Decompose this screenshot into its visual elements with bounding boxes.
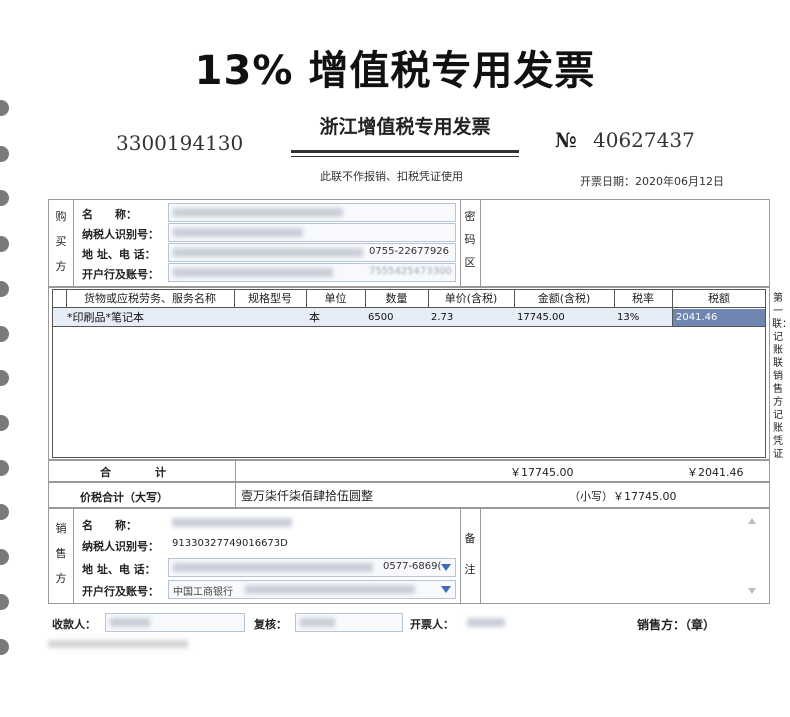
- seller-taxid-label: 纳税人识别号：: [82, 540, 159, 553]
- buyer-phone-value: 0755-22677926: [369, 246, 449, 257]
- buyer-section-label: 购买方: [55, 210, 67, 273]
- col-header-amount: 金额(含税): [537, 292, 591, 305]
- invoice-title: 浙江增值税专用发票: [319, 116, 491, 138]
- item-price-cell[interactable]: 2.73: [428, 309, 514, 326]
- binder-hole: [0, 594, 9, 610]
- drawer-field[interactable]: [462, 613, 570, 632]
- scroll-up-icon[interactable]: [748, 518, 756, 524]
- item-rate-cell[interactable]: 13%: [614, 309, 672, 326]
- chevron-down-icon[interactable]: [441, 564, 451, 571]
- chevron-down-icon[interactable]: [441, 586, 451, 593]
- remarks-label: 备注: [464, 532, 476, 576]
- grand-total-label: 价税合计（大写）: [80, 491, 168, 504]
- grand-total-words: 壹万柒仟柒佰肆拾伍圆整: [241, 489, 374, 503]
- remarks-scrollbar[interactable]: [746, 516, 758, 596]
- invoice-number-mark: №: [555, 128, 577, 152]
- binder-hole: [0, 281, 9, 297]
- item-spec-cell[interactable]: [234, 309, 306, 326]
- drawer-label: 开票人：: [410, 618, 454, 631]
- binder-hole: [0, 549, 9, 565]
- seller-bank-label: 开户行及账号：: [82, 585, 159, 598]
- total-amount: ￥17745.00: [510, 466, 574, 479]
- seller-address-value: 0577-6869(: [383, 561, 442, 572]
- cropped-footnote: [48, 640, 188, 648]
- grand-total-small-value: ￥17745.00: [613, 490, 677, 503]
- binder-hole: [0, 639, 9, 655]
- buyer-address-field[interactable]: 0755-22677926: [168, 243, 456, 262]
- binder-hole: [0, 504, 9, 520]
- total-tax: ￥2041.46: [687, 466, 744, 479]
- seller-address-label: 地 址、电 话：: [82, 563, 156, 576]
- buyer-bank-value: 7555425473300: [369, 266, 452, 277]
- binder-hole: [0, 146, 9, 162]
- seller-name-field[interactable]: [168, 514, 456, 533]
- item-unit-cell[interactable]: 本: [306, 309, 365, 326]
- buyer-taxid-label: 纳税人识别号：: [82, 228, 159, 241]
- buyer-bank-field[interactable]: 7555425473300: [168, 263, 456, 282]
- buyer-bank-label: 开户行及账号：: [82, 268, 159, 281]
- col-header-spec: 规格型号: [248, 292, 292, 305]
- reviewer-label: 复核：: [254, 618, 287, 631]
- binder-hole: [0, 460, 9, 476]
- title-underline: [291, 156, 519, 157]
- buyer-taxid-field[interactable]: [168, 223, 456, 242]
- copy-side-note: 第一联：记账联 销售方记账凭证: [772, 293, 790, 460]
- seller-name-label: 名 称：: [82, 519, 137, 532]
- issue-date: 开票日期：2020年06月12日: [580, 173, 724, 189]
- col-header-price: 单价(含税): [444, 292, 498, 305]
- buyer-name-label: 名 称：: [82, 208, 137, 221]
- totals-label: 合 计: [100, 466, 166, 479]
- col-header-qty: 数量: [385, 292, 408, 305]
- binder-hole: [0, 415, 9, 431]
- col-header-unit: 单位: [324, 292, 347, 305]
- seller-taxid-value: 91330327749016673D: [172, 538, 288, 549]
- seller-bank-dropdown[interactable]: 中国工商银行: [168, 580, 456, 599]
- buyer-name-field[interactable]: [168, 203, 456, 222]
- col-header-tax: 税额: [708, 292, 730, 305]
- binder-hole: [0, 190, 9, 206]
- binder-hole: [0, 326, 9, 342]
- seller-bank-value: 中国工商银行: [173, 587, 233, 598]
- issue-date-label: 开票日期：: [580, 175, 635, 188]
- title-underline: [291, 150, 519, 153]
- password-area-label: 密码区: [464, 210, 476, 269]
- issue-date-value: 2020年06月12日: [635, 175, 724, 188]
- col-header-rate: 税率: [632, 292, 654, 305]
- scroll-down-icon[interactable]: [748, 588, 756, 594]
- binder-hole: [0, 236, 9, 252]
- col-header-name: 货物或应税劳务、服务名称: [84, 292, 216, 305]
- grand-total-small-label: （小写）: [569, 490, 613, 503]
- invoice-code: 3300194130: [116, 131, 244, 155]
- buyer-address-label: 地 址、电 话：: [82, 248, 156, 261]
- seller-seal-label: 销售方：（章）: [637, 618, 716, 632]
- invoice-number: 40627437: [593, 128, 695, 152]
- binder-hole: [0, 370, 9, 386]
- binder-hole: [0, 100, 9, 116]
- page-headline: 13% 增值税专用发票: [194, 48, 596, 94]
- payee-field[interactable]: [105, 613, 245, 632]
- item-qty-cell[interactable]: 6500: [365, 309, 428, 326]
- seller-section-label: 销售方: [55, 522, 67, 585]
- item-amount-cell[interactable]: 17745.00: [514, 309, 614, 326]
- item-tax-cell-selected[interactable]: 2041.46: [673, 309, 765, 326]
- reviewer-field[interactable]: [295, 613, 403, 632]
- copy-note: 此联不作报销、扣税凭证使用: [320, 170, 463, 183]
- payee-label: 收款人：: [52, 618, 96, 631]
- item-name-cell[interactable]: *印刷品*笔记本: [64, 309, 234, 326]
- seller-address-dropdown[interactable]: 0577-6869(: [168, 558, 456, 577]
